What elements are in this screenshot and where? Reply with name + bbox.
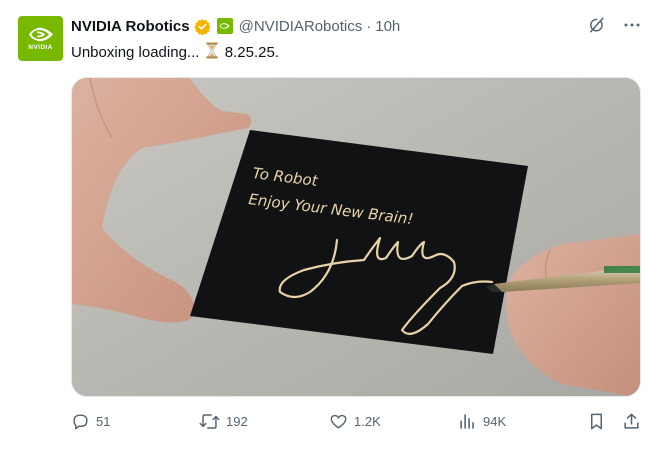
avatar-wordmark: NVIDIA bbox=[28, 44, 53, 51]
post-time[interactable]: 10h bbox=[375, 18, 400, 35]
avatar[interactable]: NVIDIA bbox=[18, 16, 63, 61]
tweet-text-before: Unboxing loading... bbox=[71, 44, 200, 61]
grok-slash-icon[interactable] bbox=[587, 16, 605, 34]
verified-badge-icon[interactable] bbox=[193, 18, 211, 35]
tweet[interactable]: NVIDIA NVIDIA Robotics @NVIDIARobotics ·… bbox=[0, 0, 661, 450]
bookmark-icon bbox=[590, 413, 603, 430]
header-actions bbox=[587, 16, 641, 34]
affiliate-badge-icon[interactable] bbox=[216, 18, 233, 34]
like-count: 1.2K bbox=[354, 414, 381, 429]
view-count: 94K bbox=[483, 414, 507, 429]
user-handle[interactable]: @NVIDIARobotics bbox=[239, 18, 363, 35]
media-image[interactable]: To Robot Enjoy Your New Brain! bbox=[71, 77, 641, 397]
reply-count: 51 bbox=[96, 414, 111, 429]
bookmark-button[interactable] bbox=[587, 412, 606, 431]
hourglass-emoji-icon bbox=[205, 42, 219, 63]
heart-icon bbox=[330, 414, 347, 429]
like-button[interactable]: 1.2K bbox=[329, 412, 381, 431]
more-dots-icon[interactable] bbox=[623, 16, 641, 34]
tweet-text: Unboxing loading... 8.25.25. bbox=[71, 42, 279, 63]
repost-arrows-icon bbox=[199, 414, 220, 429]
repost-button[interactable]: 192 bbox=[199, 412, 248, 431]
display-name[interactable]: NVIDIA Robotics bbox=[71, 18, 190, 35]
bar-chart-icon bbox=[460, 414, 474, 429]
speech-bubble-icon bbox=[73, 414, 88, 430]
nvidia-eye-logo-icon bbox=[28, 27, 53, 42]
separator-dot: · bbox=[366, 17, 372, 35]
action-bar: 51 192 1.2K 94K bbox=[71, 412, 641, 434]
business-card: To Robot Enjoy Your New Brain! bbox=[190, 130, 528, 354]
share-button[interactable] bbox=[622, 412, 641, 431]
reply-button[interactable]: 51 bbox=[71, 412, 110, 431]
tweet-text-after: 8.25.25. bbox=[224, 44, 279, 61]
share-upload-icon bbox=[624, 413, 639, 429]
repost-count: 192 bbox=[226, 414, 248, 429]
views-button[interactable]: 94K bbox=[458, 412, 506, 431]
tweet-header: NVIDIA Robotics @NVIDIARobotics · 10h bbox=[71, 15, 400, 37]
